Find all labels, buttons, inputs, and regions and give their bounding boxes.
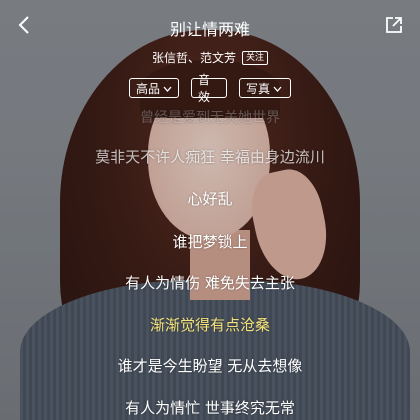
share-icon — [384, 15, 404, 39]
artist-name[interactable]: 张信哲、范文芳 — [152, 49, 236, 66]
lyric-line: 谁才是今生盼望 无从去想像 — [117, 357, 303, 375]
lyric-line: 心好乱 — [187, 190, 233, 208]
effect-label: 音效 — [198, 73, 211, 104]
quality-label: 高品 — [136, 81, 161, 96]
sound-effect-button[interactable]: 音效 — [191, 73, 227, 104]
lyric-line: 谁把梦锁上 — [172, 233, 248, 251]
lyric-line: 莫非天不许人痴狂 幸福由身边流川 — [95, 148, 325, 166]
follow-button[interactable]: 关注 — [242, 50, 269, 65]
photo-label: 写真 — [246, 81, 271, 96]
chevron-down-icon — [163, 81, 172, 95]
photo-selector[interactable]: 写真 — [239, 78, 291, 98]
player-controls: 高品 音效 写真 — [0, 73, 420, 104]
share-button[interactable] — [380, 13, 408, 41]
quality-selector[interactable]: 高品 — [129, 78, 179, 98]
lyric-line: 曾经是爱到无关她世界 — [140, 110, 280, 126]
lyric-line: 有人为情忙 世事终究无常 — [125, 399, 295, 417]
lyric-line: 有人为情伤 难免失去主张 — [125, 274, 295, 292]
artist-row: 张信哲、范文芳 关注 — [0, 49, 420, 66]
song-title: 别让情两难 — [169, 20, 250, 39]
chevron-down-icon — [273, 81, 282, 95]
lyric-line-current: 渐渐觉得有点沧桑 — [149, 316, 270, 334]
